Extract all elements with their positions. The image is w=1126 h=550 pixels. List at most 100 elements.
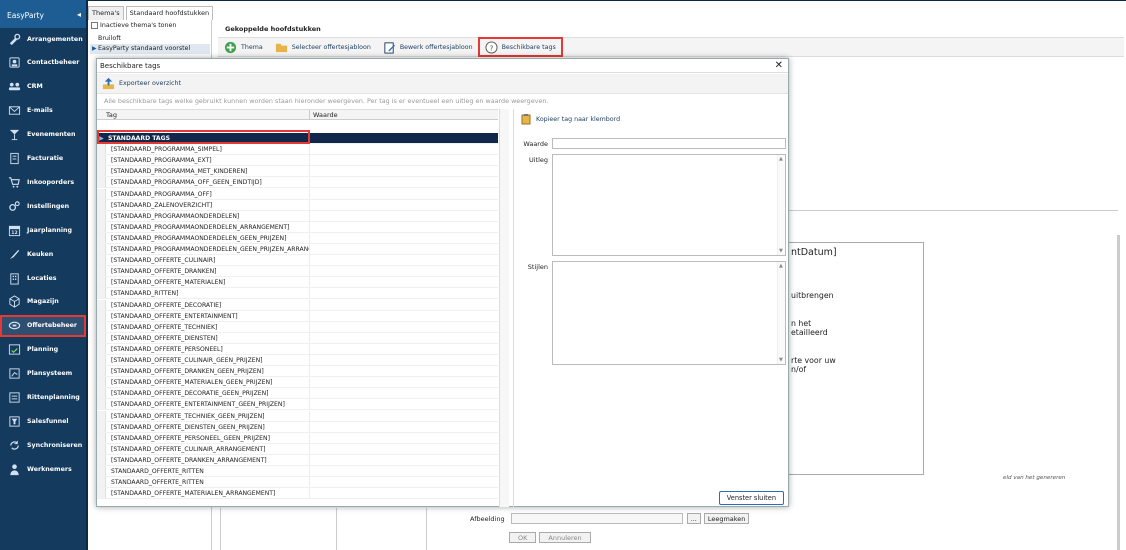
sidebar-item-instellingen[interactable]: Instellingen — [0, 195, 86, 217]
tag-cell: [STANDAARD_ZALENOVERZICHT] — [106, 199, 310, 210]
tab-standard-chapters[interactable]: Standaard hoofdstukken — [125, 6, 214, 20]
tag-row[interactable]: [STANDAARD_OFFERTE_DIENSTEN_GEEN_PRIJZEN… — [97, 421, 498, 433]
tag-row[interactable]: [STANDAARD_OFFERTE_CULINAIR_GEEN_PRIJZEN… — [97, 355, 498, 367]
tag-row[interactable]: [STANDAARD_PROGRAMMA_OFF_GEEN_EINDTIJD] — [97, 177, 498, 189]
sidebar-item-werknemers[interactable]: Werknemers — [0, 458, 86, 480]
tag-grid: Tag Waarde ▶ STANDAARD TAGS [STANDAARD_P… — [97, 109, 498, 507]
tag-row[interactable]: [STANDAARD_OFFERTE_CULINAIR] — [97, 255, 498, 267]
styles-scrollbar[interactable]: ▲ ▼ — [777, 262, 785, 364]
expand-arrow-icon[interactable]: ▶ — [97, 133, 106, 144]
sidebar-item-offertebeheer[interactable]: Offertebeheer — [0, 314, 86, 337]
theme-item-standard[interactable]: ▶ EasyParty standaard voorstel — [90, 44, 210, 54]
sidebar-item-keuken[interactable]: Keuken — [0, 243, 86, 265]
scroll-down-icon[interactable]: ▼ — [779, 248, 783, 254]
select-template-button[interactable]: Selecteer offertesjabloon — [269, 38, 377, 56]
sidebar-item-arrangementen[interactable]: Arrangementen — [0, 28, 86, 50]
tag-row[interactable]: [STANDAARD_PROGRAMMAONDERDELEN] — [97, 210, 498, 222]
sidebar-item-rittenplanning[interactable]: Rittenplanning — [0, 387, 86, 409]
sidebar-item-facturatie[interactable]: Facturatie — [0, 148, 86, 170]
sidebar-item-e-mails[interactable]: E-mails — [0, 100, 86, 122]
funnel-icon — [8, 415, 21, 428]
editor-scrollbar[interactable] — [1117, 235, 1120, 550]
tag-row[interactable]: [STANDAARD_PROGRAMMAONDERDELEN_GEEN_PRIJ… — [97, 244, 498, 256]
group-row-standard-tags[interactable]: ▶ STANDAARD TAGS — [97, 133, 498, 145]
tag-row[interactable]: [STANDAARD_OFFERTE_DECORATIE_GEEN_PRIJZE… — [97, 388, 498, 400]
sidebar-item-inkooporders[interactable]: Inkooporders — [0, 171, 86, 193]
copy-tag-label: Kopieer tag naar klembord — [536, 115, 621, 123]
sidebar-item-locaties[interactable]: Locaties — [0, 267, 86, 289]
tag-row[interactable]: [STANDAARD_PROGRAMMA_SIMPEL] — [97, 144, 498, 156]
sidebar-item-crm[interactable]: CRM — [0, 76, 86, 98]
sidebar-item-planning[interactable]: Planning — [0, 339, 86, 361]
styles-field[interactable]: ▲ ▼ — [552, 261, 786, 365]
tag-row[interactable]: [STANDAARD_OFFERTE_MATERIALEN_ARRANGEMEN… — [97, 488, 498, 500]
theme-list: Bruiloft ▶ EasyParty standaard voorstel — [90, 34, 210, 54]
tag-row[interactable]: [STANDAARD_OFFERTE_CULINAIR_ARRANGEMENT] — [97, 443, 498, 455]
tag-row[interactable]: [STANDAARD_RITTEN] — [97, 288, 498, 300]
explanation-scrollbar[interactable]: ▲ ▼ — [777, 155, 785, 255]
tag-row[interactable]: [STANDAARD_PROGRAMMA_MET_KINDEREN] — [97, 166, 498, 178]
value-cell — [310, 255, 498, 265]
tag-row[interactable]: [STANDAARD_OFFERTE_DIENSTEN] — [97, 332, 498, 344]
value-field[interactable] — [552, 138, 786, 149]
tag-row[interactable]: [STANDAARD_OFFERTE_DECORATIE] — [97, 299, 498, 311]
preview-text: rte voor uw — [791, 356, 836, 365]
tag-row[interactable]: [STANDAARD_OFFERTE_DRANKEN_ARRANGEMENT] — [97, 454, 498, 466]
theme-item-wedding[interactable]: Bruiloft — [90, 34, 210, 44]
sidebar-item-jaarplanning[interactable]: 12 Jaarplanning — [0, 219, 86, 241]
value-cell — [310, 466, 498, 476]
scroll-up-icon[interactable]: ▲ — [779, 156, 783, 162]
tag-row[interactable]: [STANDAARD_OFFERTE_ENTERTAINMENT_GEEN_PR… — [97, 399, 498, 411]
close-window-button[interactable]: Venster sluiten — [718, 491, 784, 505]
collapse-icon[interactable]: ◂ — [77, 10, 81, 19]
tag-row[interactable]: [STANDAARD_OFFERTE_MATERIALEN] — [97, 277, 498, 289]
edit-document-icon — [383, 41, 396, 54]
available-tags-button[interactable]: ? Beschikbare tags — [477, 37, 563, 57]
cancel-button[interactable]: Annuleren — [539, 532, 591, 543]
edit-template-button[interactable]: Bewerk offertesjabloon — [377, 38, 479, 56]
tag-row[interactable]: [STANDAARD_OFFERTE_MATERIALEN_GEEN_PRIJZ… — [97, 377, 498, 389]
tag-row[interactable]: [STANDAARD_PROGRAMMAONDERDELEN_ARRANGEME… — [97, 221, 498, 233]
preview-text: n/of — [791, 365, 807, 374]
sidebar-item-magazijn[interactable]: Magazijn — [0, 291, 86, 313]
sidebar-item-salesfunnel[interactable]: Salesfunnel — [0, 410, 86, 432]
scroll-down-icon[interactable]: ▼ — [779, 357, 783, 363]
tag-row[interactable]: [STANDAARD_PROGRAMMA_EXT] — [97, 155, 498, 167]
tag-row[interactable]: [STANDAARD_OFFERTE_DRANKEN] — [97, 266, 498, 278]
ok-button[interactable]: OK — [509, 532, 537, 543]
grid-scrollbar[interactable] — [499, 109, 509, 507]
tag-row[interactable]: [STANDAARD_OFFERTE_TECHNIEK] — [97, 321, 498, 333]
tag-cell: [STANDAARD_OFFERTE_DRANKEN_ARRANGEMENT] — [106, 454, 310, 465]
image-path-field[interactable] — [510, 513, 683, 524]
clear-button[interactable]: Leegmaken — [703, 513, 750, 524]
tab-themes[interactable]: Thema's — [88, 6, 124, 20]
tag-row[interactable]: [STANDAARD_OFFERTE_DRANKEN_GEEN_PRIJZEN] — [97, 366, 498, 378]
export-overview-button[interactable]: Exporteer overzicht — [102, 77, 181, 90]
tag-row[interactable]: [STANDAARD_OFFERTE_ENTERTAINMENT] — [97, 310, 498, 322]
browse-button[interactable]: ... — [686, 513, 701, 524]
tag-row[interactable]: [STANDAARD_OFFERTE_PERSONEEL] — [97, 343, 498, 355]
sidebar-item-synchroniseren[interactable]: Synchroniseren — [0, 434, 86, 456]
theme-button[interactable]: Thema — [218, 38, 269, 56]
tag-row[interactable]: STANDAARD_OFFERTE_RITTEN — [97, 466, 498, 478]
inactive-themes-checkbox[interactable] — [91, 22, 98, 29]
tag-row[interactable]: [STANDAARD_ZALENOVERZICHT] — [97, 199, 498, 211]
brand-header: EasyParty ◂ — [0, 0, 86, 28]
column-header-tag[interactable]: Tag — [97, 110, 310, 119]
inactive-themes-toggle[interactable]: Inactieve thema's tonen — [91, 22, 176, 29]
close-icon[interactable]: ✕ — [775, 60, 783, 71]
tag-row[interactable]: [STANDAARD_PROGRAMMA_OFF] — [97, 188, 498, 200]
dialog-title: Beschikbare tags — [100, 62, 161, 70]
column-header-value[interactable]: Waarde — [310, 110, 498, 119]
sidebar-item-contactbeheer[interactable]: Contactbeheer — [0, 52, 86, 74]
tag-row[interactable]: [STANDAARD_PROGRAMMAONDERDELEN_GEEN_PRIJ… — [97, 232, 498, 244]
tag-row[interactable]: [STANDAARD_OFFERTE_TECHNIEK_GEEN_PRIJZEN… — [97, 410, 498, 422]
explanation-field[interactable]: ▲ ▼ — [552, 154, 786, 256]
copy-tag-button[interactable]: Kopieer tag naar klembord — [520, 112, 620, 126]
sidebar-item-plansysteem[interactable]: Plansysteem — [0, 363, 86, 385]
sidebar-item-evenementen[interactable]: Evenementen — [0, 124, 86, 146]
scroll-up-icon[interactable]: ▲ — [779, 263, 783, 269]
row-header — [97, 454, 106, 465]
tag-row[interactable]: STANDAARD_OFFERTE_RITTEN — [97, 477, 498, 489]
tag-row[interactable]: [STANDAARD_OFFERTE_PERSONEEL_GEEN_PRIJZE… — [97, 432, 498, 444]
